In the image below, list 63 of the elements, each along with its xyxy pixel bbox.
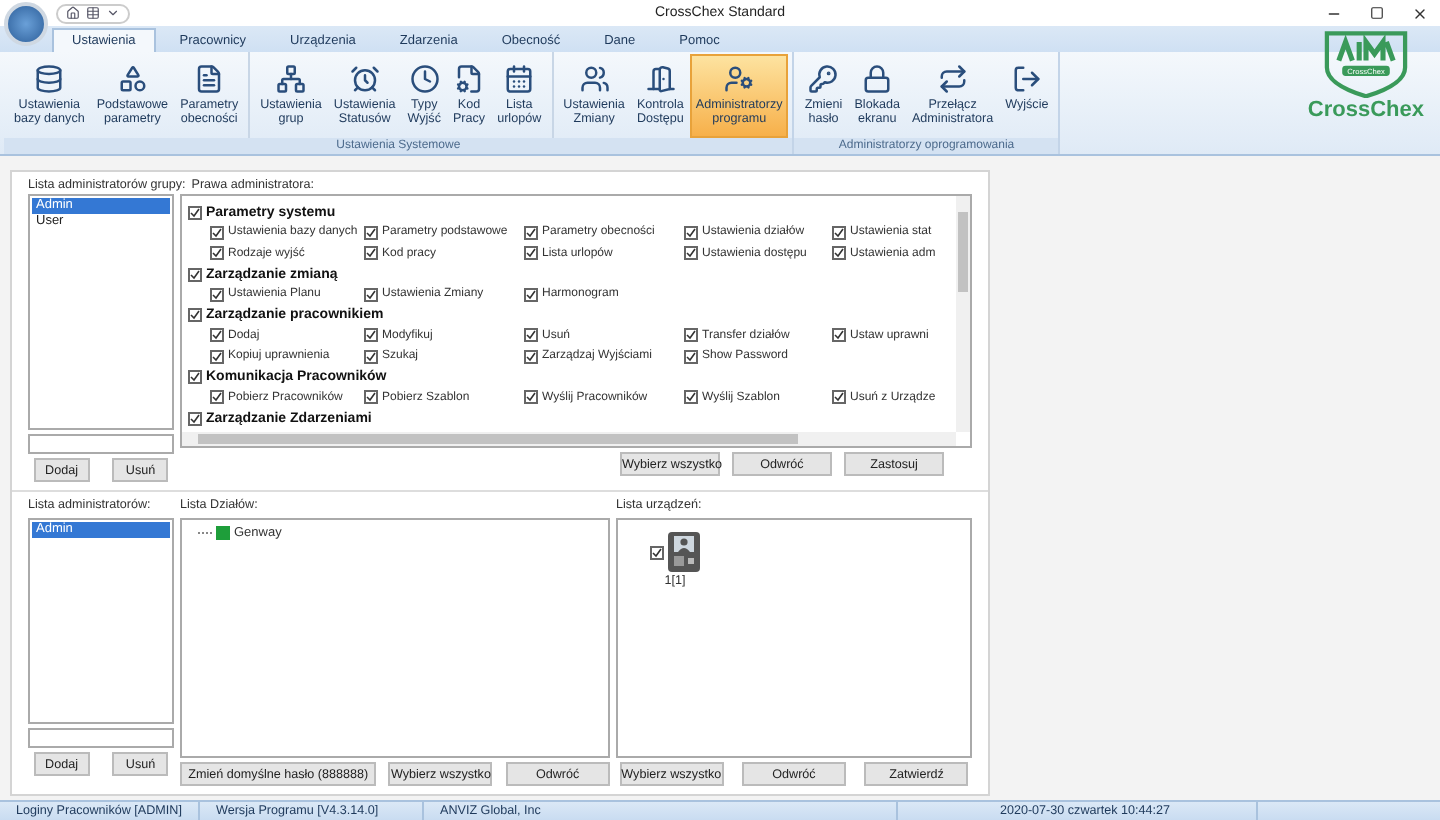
checkbox[interactable] xyxy=(832,390,846,405)
checkbox[interactable] xyxy=(524,287,538,302)
checkbox[interactable] xyxy=(684,349,698,364)
users-icon xyxy=(579,64,610,94)
checkbox[interactable] xyxy=(684,225,698,240)
dropdown-icon[interactable] xyxy=(106,6,120,20)
maximize-button[interactable] xyxy=(1370,5,1384,21)
input-field[interactable] xyxy=(28,728,174,748)
checkbox[interactable] xyxy=(650,545,664,559)
checkbox[interactable] xyxy=(364,246,378,261)
checkbox[interactable] xyxy=(832,246,846,261)
checkbox[interactable] xyxy=(188,205,202,219)
checkbox[interactable] xyxy=(524,225,538,240)
hierarchy-icon xyxy=(276,64,307,94)
checkbox[interactable] xyxy=(832,225,846,240)
checkbox[interactable] xyxy=(188,411,202,425)
checkbox[interactable] xyxy=(210,328,224,343)
lock-icon xyxy=(862,64,893,94)
checkbox[interactable] xyxy=(364,349,378,364)
clock-icon xyxy=(409,64,440,94)
exit-icon xyxy=(1011,64,1042,94)
app-logo-icon[interactable] xyxy=(4,2,48,46)
checkbox[interactable] xyxy=(210,349,224,364)
calendar-icon xyxy=(504,64,535,94)
checkbox[interactable] xyxy=(364,287,378,302)
checkbox[interactable] xyxy=(364,328,378,343)
checkbox[interactable] xyxy=(188,308,202,322)
checkbox[interactable] xyxy=(210,225,224,240)
checkbox[interactable] xyxy=(188,370,202,384)
maximize-icon xyxy=(1370,5,1384,19)
checkbox[interactable] xyxy=(684,390,698,405)
database-icon xyxy=(34,64,65,94)
checkbox[interactable] xyxy=(210,287,224,302)
input-field[interactable] xyxy=(28,434,174,454)
checkbox[interactable] xyxy=(210,390,224,405)
door-icon xyxy=(645,64,676,94)
device-icon[interactable] xyxy=(668,532,700,572)
document-icon xyxy=(194,64,225,94)
key-icon xyxy=(808,64,839,94)
table-icon[interactable] xyxy=(86,6,100,20)
file-gear-icon xyxy=(454,64,485,94)
close-button[interactable] xyxy=(1412,5,1428,21)
checkbox[interactable] xyxy=(364,225,378,240)
alarm-clock-icon xyxy=(349,64,380,94)
checkbox[interactable] xyxy=(684,246,698,261)
checkbox[interactable] xyxy=(364,390,378,405)
user-gear-icon xyxy=(724,64,755,94)
switch-icon xyxy=(937,64,968,94)
checkbox[interactable] xyxy=(210,246,224,261)
checkbox[interactable] xyxy=(188,267,202,281)
checkbox[interactable] xyxy=(832,328,846,343)
horizontal-scrollbar[interactable] xyxy=(182,432,956,446)
checkbox[interactable] xyxy=(684,328,698,343)
checkbox[interactable] xyxy=(524,390,538,405)
home-icon[interactable] xyxy=(66,6,80,20)
vertical-scrollbar[interactable] xyxy=(956,196,970,432)
close-icon xyxy=(1412,5,1428,21)
checkbox[interactable] xyxy=(524,349,538,364)
logo-wordmark: CrossChex xyxy=(1307,98,1424,122)
department-icon xyxy=(216,526,230,540)
shapes-icon xyxy=(117,64,148,94)
checkbox[interactable] xyxy=(524,246,538,261)
checkbox[interactable] xyxy=(524,328,538,343)
